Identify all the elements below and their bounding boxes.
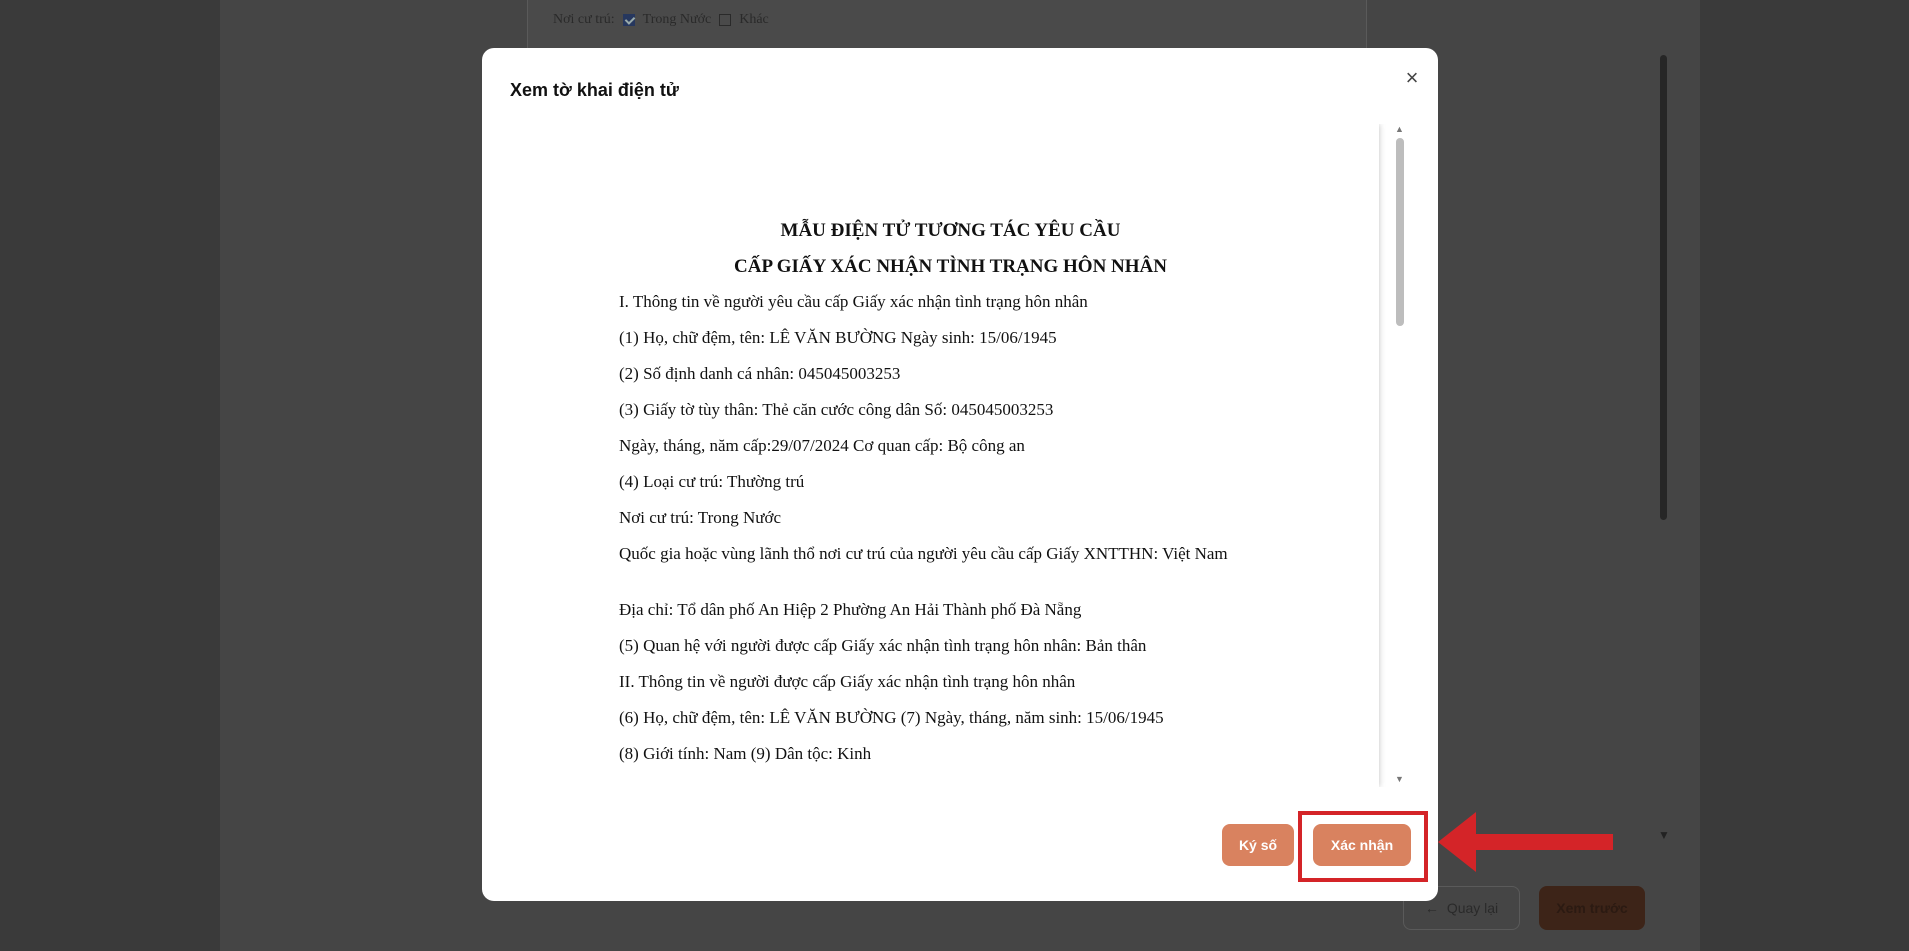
document-line: (5) Quan hệ với người được cấp Giấy xác … <box>619 636 1147 655</box>
document-title-line1: MẪU ĐIỆN TỬ TƯƠNG TÁC YÊU CẦU <box>780 220 1121 241</box>
document-scrollbar[interactable]: ▲ ▼ <box>1392 124 1408 787</box>
residence-options: Nơi cư trú: Trong Nước Khác <box>553 12 769 28</box>
document-line: (8) Giới tính: Nam (9) Dân tộc: Kinh <box>619 744 872 763</box>
document-line: (3) Giấy tờ tùy thân: Thẻ căn cước công … <box>619 400 1054 419</box>
confirm-highlight-box <box>1298 811 1428 882</box>
residence-label: Nơi cư trú: <box>553 12 615 27</box>
preview-modal: Xem tờ khai điện tử × MẪU ĐIỆN TỬ TƯƠNG … <box>482 48 1438 901</box>
page-scrollbar[interactable] <box>1660 55 1667 520</box>
back-button-label: Quay lại <box>1446 900 1499 916</box>
close-icon[interactable]: × <box>1398 64 1426 92</box>
document-line: Ngày, tháng, năm cấp:29/07/2024 Cơ quan … <box>619 436 1025 455</box>
pointer-arrow-icon <box>1438 812 1613 872</box>
document-line: I. Thông tin về người yêu cầu cấp Giấy x… <box>619 292 1088 311</box>
sign-button[interactable]: Ký số <box>1222 824 1294 866</box>
document-line: II. Thông tin về người được cấp Giấy xác… <box>619 672 1076 691</box>
chevron-down-icon: ▼ <box>1658 828 1670 842</box>
document-line: (4) Loại cư trú: Thường trú <box>619 472 805 491</box>
document-viewer[interactable]: MẪU ĐIỆN TỬ TƯƠNG TÁC YÊU CẦU CẤP GIẤY X… <box>522 124 1412 787</box>
scroll-down-icon[interactable]: ▼ <box>1395 774 1404 784</box>
domestic-label: Trong Nước <box>642 12 712 27</box>
arrow-left-icon: ← <box>1424 900 1439 916</box>
other-label: Khác <box>739 12 769 27</box>
domestic-checkbox[interactable] <box>622 14 635 26</box>
document-line: (6) Họ, chữ đệm, tên: LÊ VĂN BƯỜNG (7) N… <box>619 708 1164 727</box>
document-line: Nơi cư trú: Trong Nước <box>619 508 782 527</box>
modal-title: Xem tờ khai điện tử <box>510 80 679 100</box>
scrollbar-thumb[interactable] <box>1396 138 1404 326</box>
other-checkbox[interactable] <box>719 14 732 26</box>
document-line: (1) Họ, chữ đệm, tên: LÊ VĂN BƯỜNG Ngày … <box>619 328 1057 347</box>
scroll-up-icon[interactable]: ▲ <box>1395 124 1404 134</box>
document-title-line2: CẤP GIẤY XÁC NHẬN TÌNH TRẠNG HÔN NHÂN <box>734 256 1167 277</box>
document-line: Quốc gia hoặc vùng lãnh thổ nơi cư trú c… <box>619 544 1228 563</box>
preview-button[interactable]: Xem trước <box>1539 886 1645 930</box>
document-page: MẪU ĐIỆN TỬ TƯƠNG TÁC YÊU CẦU CẤP GIẤY X… <box>522 124 1379 787</box>
document-line: (2) Số định danh cá nhân: 045045003253 <box>619 364 901 383</box>
document-line: Địa chỉ: Tổ dân phố An Hiệp 2 Phường An … <box>619 600 1082 619</box>
